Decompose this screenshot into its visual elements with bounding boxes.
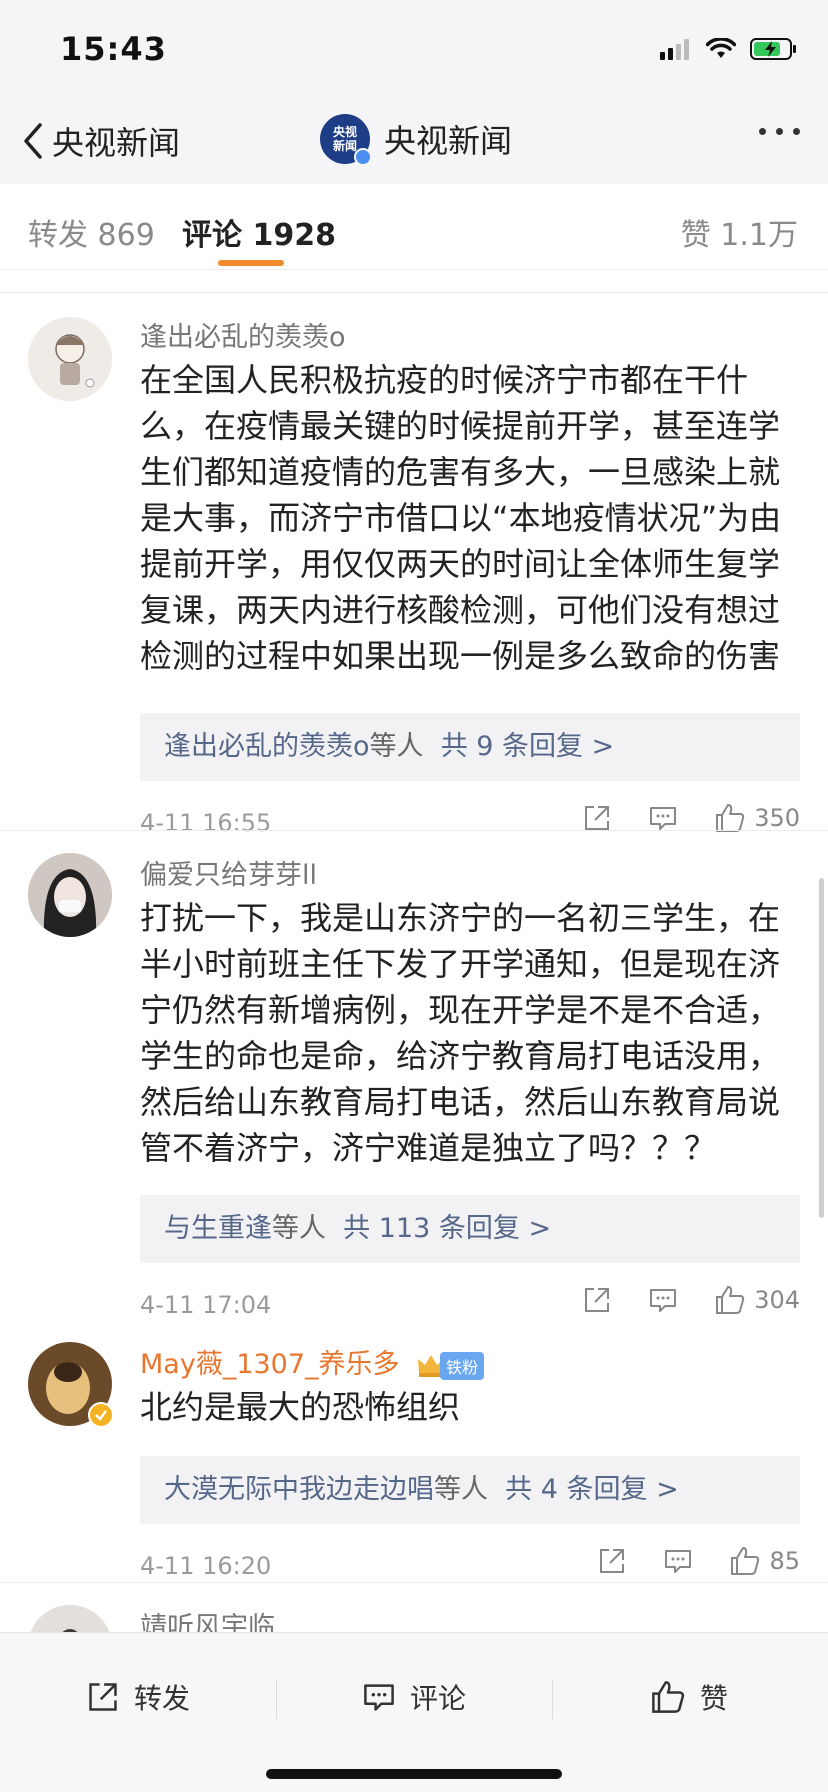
tab-comments[interactable]: 评论 1928 <box>182 210 336 254</box>
status-time: 15:43 <box>60 30 167 68</box>
share-button[interactable] <box>597 1546 627 1576</box>
comment-icon <box>665 1550 692 1573</box>
back-button[interactable]: 央视新闻 <box>22 118 180 164</box>
thumbs-up-icon <box>731 1547 760 1575</box>
top-bar: 15:43 央视新闻 央视 新闻 央视新闻 <box>0 0 828 184</box>
reply-author: 与生重逢 <box>164 1213 272 1244</box>
reply-button[interactable] <box>663 1546 693 1576</box>
status-icons <box>660 34 798 64</box>
scrollbar[interactable] <box>819 878 824 1218</box>
like-count: 304 <box>754 1286 800 1314</box>
avatar[interactable] <box>28 317 112 401</box>
comment-actions: 350 <box>546 803 800 833</box>
reply-etc: 等人 <box>369 731 424 762</box>
tab-bar: 转发 869 评论 1928 赞 1.1万 <box>0 184 828 270</box>
fan-badge-text: 铁粉 <box>440 1351 485 1380</box>
comment-text: 北约是最大的恐怖组织 <box>140 1388 461 1426</box>
like-button[interactable]: 85 <box>729 1546 800 1576</box>
comment-item: 偏爱只给芽芽ll 打扰一下，我是山东济宁的一名初三学生，在半小时前班主任下发了开… <box>0 830 828 1319</box>
more-dot-icon <box>776 128 783 135</box>
comment-time: 4-11 16:20 <box>140 1552 272 1580</box>
home-indicator[interactable] <box>266 1769 562 1779</box>
like-button[interactable]: 304 <box>714 1285 800 1315</box>
comment-icon <box>650 1289 677 1312</box>
share-icon <box>600 1549 625 1573</box>
wifi-icon <box>706 38 736 58</box>
tab-indicator <box>218 260 284 266</box>
like-count: 85 <box>769 1547 800 1575</box>
comment-item: May薇_1307_养乐多 铁粉 北约是最大的恐怖组织 大漠无际中我边走边唱等人… <box>0 1320 828 1580</box>
reply-etc: 等人 <box>272 1213 326 1244</box>
comment-icon <box>650 807 677 830</box>
thumbs-up-icon <box>716 804 745 832</box>
back-label: 央视新闻 <box>52 124 181 162</box>
more-options-button[interactable] <box>759 128 800 135</box>
thumbs-up-icon <box>716 1286 745 1314</box>
nav-account[interactable]: 央视 新闻 央视新闻 <box>320 114 513 166</box>
share-icon <box>89 1683 117 1711</box>
divider <box>276 1679 277 1719</box>
username-text: May薇_1307_养乐多 <box>140 1349 400 1380</box>
reply-author: 逢出必乱的羡羡o <box>164 731 370 762</box>
comment-username[interactable]: 逢出必乱的羡羡o <box>140 315 346 354</box>
like-count: 350 <box>754 804 800 832</box>
thumbs-up-icon <box>652 1681 685 1713</box>
bottom-comment-label: 评论 <box>410 1682 467 1715</box>
comment-actions: 85 <box>561 1546 800 1576</box>
reply-count: 共 4 条回复 > <box>505 1474 679 1505</box>
comment-time: 4-11 17:04 <box>140 1291 272 1319</box>
tab-likes[interactable]: 赞 1.1万 <box>681 210 798 254</box>
bottom-comment-button[interactable]: 评论 <box>362 1677 466 1717</box>
replies-link[interactable]: 与生重逢等人 共 113 条回复 > <box>140 1195 800 1263</box>
reply-count: 共 113 条回复 > <box>343 1213 552 1244</box>
battery-icon <box>750 38 796 60</box>
comment-icon <box>364 1684 394 1711</box>
reply-count: 共 9 条回复 > <box>440 731 615 762</box>
verified-icon <box>354 148 372 166</box>
bottom-action-bar: 转发 评论 赞 <box>0 1632 828 1792</box>
share-button[interactable] <box>582 1285 612 1315</box>
verified-badge-icon <box>88 1402 114 1428</box>
logo-text-line2: 新闻 <box>332 139 357 153</box>
reply-etc: 等人 <box>434 1474 488 1505</box>
divider <box>552 1679 553 1719</box>
more-dot-icon <box>793 128 800 135</box>
comment-username[interactable]: 偏爱只给芽芽ll <box>140 853 317 892</box>
comment-username[interactable]: May薇_1307_养乐多 铁粉 <box>140 1342 485 1381</box>
like-button[interactable]: 350 <box>714 803 800 833</box>
share-icon <box>585 1288 610 1312</box>
reply-button[interactable] <box>648 1285 678 1315</box>
bottom-repost-button[interactable]: 转发 <box>86 1677 190 1717</box>
comment-item: 逢出必乱的羡羡o 在全国人民积极抗疫的时候济宁市都在干什么，在疫情最关键的时候提… <box>0 292 828 837</box>
tab-repost[interactable]: 转发 869 <box>28 210 155 254</box>
nav-title: 央视新闻 <box>384 122 513 160</box>
signal-icon <box>660 39 689 60</box>
replies-link[interactable]: 逢出必乱的羡羡o等人 共 9 条回复 > <box>140 713 800 781</box>
account-logo: 央视 新闻 <box>320 114 372 166</box>
comment-actions: 304 <box>546 1285 800 1315</box>
avatar-photo-icon <box>28 853 112 937</box>
comment-text: 打扰一下，我是山东济宁的一名初三学生，在半小时前班主任下发了开学通知，但是现在济… <box>140 899 781 1167</box>
reply-button[interactable] <box>648 803 678 833</box>
bottom-like-button[interactable]: 赞 <box>650 1677 728 1717</box>
comment-text: 在全国人民积极抗疫的时候济宁市都在干什么，在疫情最关键的时候提前开学，甚至连学生… <box>140 361 782 675</box>
chevron-left-icon <box>24 123 42 159</box>
share-button[interactable] <box>582 803 612 833</box>
fan-badge: 铁粉 <box>416 1351 485 1380</box>
avatar[interactable] <box>28 853 112 937</box>
bottom-repost-label: 转发 <box>134 1682 191 1715</box>
avatar-illustration-icon <box>28 317 112 401</box>
replies-link[interactable]: 大漠无际中我边走边唱等人 共 4 条回复 > <box>140 1456 800 1524</box>
logo-text-line1: 央视 <box>332 125 357 139</box>
bottom-like-label: 赞 <box>700 1682 729 1715</box>
avatar[interactable] <box>28 1342 114 1428</box>
reply-author: 大漠无际中我边走边唱 <box>164 1474 434 1505</box>
more-dot-icon <box>759 128 766 135</box>
share-icon <box>585 806 610 830</box>
